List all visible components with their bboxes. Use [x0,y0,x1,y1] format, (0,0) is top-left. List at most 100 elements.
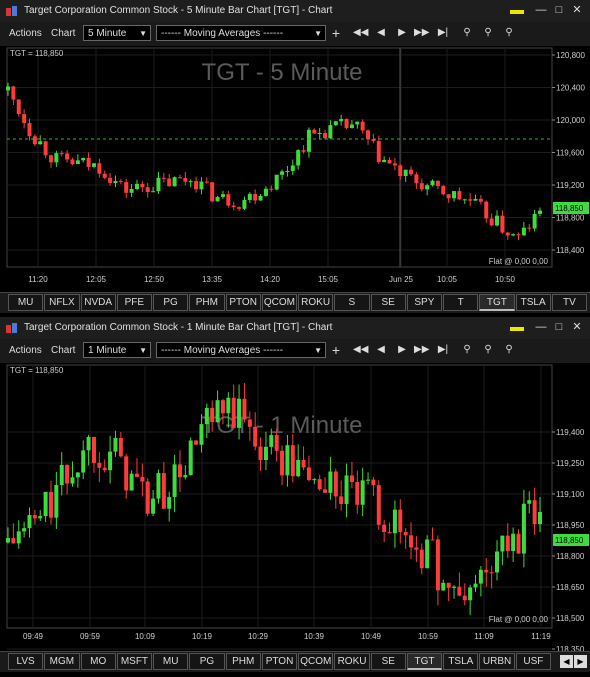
candle[interactable] [247,193,252,201]
tab-mu[interactable]: MU [153,653,189,670]
candle[interactable] [86,157,91,167]
candle[interactable] [129,473,134,491]
candle[interactable] [387,159,392,164]
candle[interactable] [22,528,27,532]
tab-pton[interactable]: PTON [225,294,261,311]
link-color-indicator[interactable] [510,327,524,331]
candle[interactable] [183,475,188,478]
candle[interactable] [48,491,53,518]
candle[interactable] [113,437,118,452]
candle[interactable] [425,539,430,569]
candle[interactable] [199,181,204,190]
zoom-in-icon[interactable]: ⚲ [481,26,495,40]
candle[interactable] [70,477,75,484]
candle[interactable] [215,400,220,423]
close-icon[interactable]: ✕ [570,320,584,334]
candle[interactable] [274,174,279,190]
candle[interactable] [231,397,236,428]
price-chart[interactable]: TGT - 5 Minute TGT = 118,850 120,800 120,40… [0,46,590,292]
candle[interactable] [54,485,59,518]
candle[interactable] [328,125,333,139]
candle[interactable] [274,435,279,451]
candle[interactable] [65,464,70,484]
candle[interactable] [425,185,430,190]
candle[interactable] [387,532,392,534]
candle[interactable] [113,181,118,183]
candle[interactable] [43,141,48,156]
candle[interactable] [151,498,156,514]
interval-select[interactable]: 5 Minute ▼ [83,25,151,41]
candle[interactable] [145,481,150,514]
candle[interactable] [151,191,156,193]
candle[interactable] [167,178,172,187]
candle[interactable] [258,195,263,201]
candle[interactable] [97,462,102,468]
close-icon[interactable]: ✕ [570,3,584,17]
candle[interactable] [237,398,242,428]
candle[interactable] [16,531,21,544]
skip-end-icon[interactable]: ▶| [436,26,450,40]
candle[interactable] [296,150,301,166]
candle[interactable] [167,497,172,509]
indicator-select[interactable]: ------ Moving Averages ------ ▼ [156,25,326,41]
candle[interactable] [204,181,209,183]
play-icon[interactable]: ▶ [395,343,409,357]
candle[interactable] [269,188,274,190]
candle[interactable] [70,159,75,165]
candle[interactable] [521,227,526,236]
candle[interactable] [312,129,317,134]
candle[interactable] [505,232,510,236]
tab-pg[interactable]: PG [153,294,189,311]
candle[interactable] [462,595,467,601]
scroll-left-icon[interactable]: ◀ [560,655,573,668]
candle[interactable] [403,532,408,536]
candle[interactable] [511,234,516,236]
candle[interactable] [430,180,435,186]
candle[interactable] [199,424,204,445]
candle[interactable] [478,198,483,202]
candle[interactable] [441,186,446,195]
candle[interactable] [140,183,145,188]
candle[interactable] [527,500,532,504]
candle[interactable] [435,180,440,187]
candle[interactable] [6,86,10,91]
candle[interactable] [27,515,32,529]
tab-pg[interactable]: PG [189,653,225,670]
candle[interactable] [409,169,414,175]
candle[interactable] [210,182,215,202]
candle[interactable] [473,583,478,588]
candle[interactable] [263,446,268,460]
chart-menu[interactable]: Chart [51,28,75,39]
candle[interactable] [59,153,64,155]
candle[interactable] [91,163,96,167]
tab-tgt[interactable]: TGT [406,653,443,670]
minimize-icon[interactable]: — [534,3,548,17]
candle[interactable] [253,193,258,201]
candle[interactable] [457,191,462,200]
candle[interactable] [54,153,59,163]
candle[interactable] [258,446,263,460]
tab-mgm[interactable]: MGM [44,653,80,670]
candle[interactable] [376,485,381,525]
candle[interactable] [516,234,521,236]
price-chart[interactable]: TGT - 1 Minute TGT = 118,850 119,400 119,25… [0,363,590,651]
candle[interactable] [65,153,70,160]
skip-start-icon[interactable]: ◀◀ [353,343,368,357]
candle[interactable] [220,400,225,414]
tab-s[interactable]: S [334,294,370,311]
candle[interactable] [500,535,505,552]
candle[interactable] [48,155,53,163]
tab-spy[interactable]: SPY [406,294,442,311]
candle[interactable] [59,464,64,486]
tab-phm[interactable]: PHM [225,653,261,670]
fast-forward-icon[interactable]: ▶▶ [414,26,429,40]
candle[interactable] [328,471,333,493]
candle[interactable] [102,173,107,178]
candle[interactable] [339,496,344,504]
candle[interactable] [392,163,397,166]
candle[interactable] [226,194,231,206]
tab-phm[interactable]: PHM [189,294,225,311]
candle[interactable] [263,188,268,196]
candle[interactable] [538,210,542,214]
candle[interactable] [32,515,37,519]
